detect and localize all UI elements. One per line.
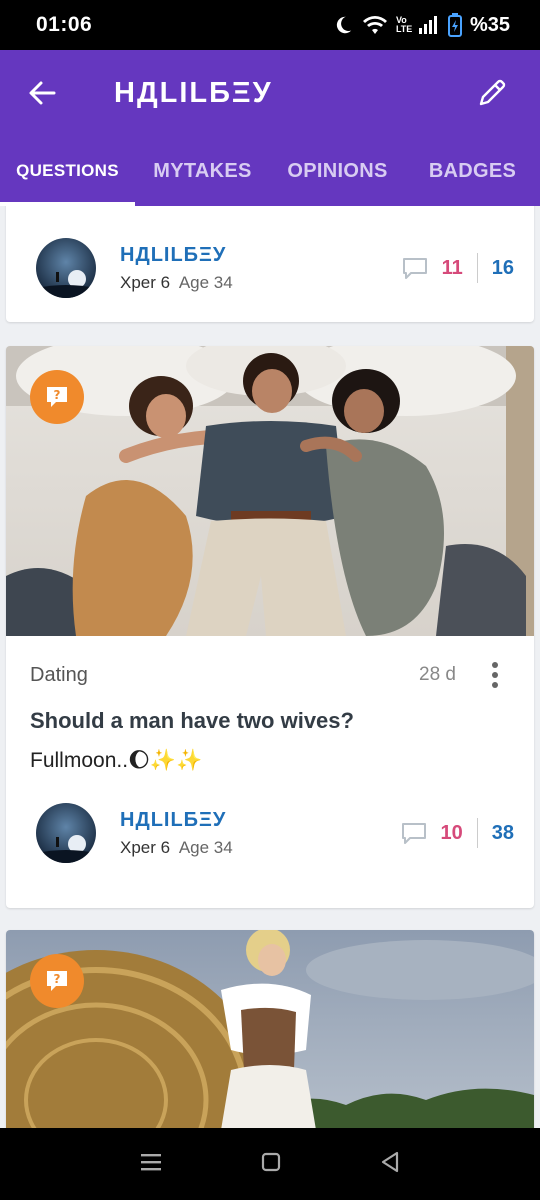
status-time: 01:06 [36,13,93,36]
author-row: НДLILБΞУ Xper 6 Age 34 11 16 [6,206,534,322]
question-card[interactable]: ? Dating 28 d Should a man have two wive… [6,346,534,908]
author-name[interactable]: НДLILБΞУ [120,809,233,832]
recents-button[interactable] [140,1152,162,1177]
tab-badges[interactable]: BADGES [405,136,540,206]
tab-mytakes[interactable]: MYTAKES [135,136,270,206]
back-button[interactable] [12,63,72,123]
svg-text:?: ? [54,388,61,402]
cover-image[interactable]: ? [6,346,534,636]
wifi-icon [362,16,387,34]
back-triangle-icon [382,1151,399,1172]
avatar[interactable] [36,803,96,863]
question-bubble-icon: ? [47,387,67,407]
comment-icon [401,823,426,844]
status-icons: Vo LTE %35 [332,13,510,37]
back-nav-button[interactable] [380,1151,400,1178]
author-info: НДLILБΞУ Xper 6 Age 34 [120,244,233,293]
tab-bar: QUESTIONS MYTAKES OPINIONS BADGES [0,136,540,206]
author-age: Age 34 [178,272,233,292]
battery-percent: %35 [469,13,510,36]
author-meta: Xper 6 Age 34 [120,838,233,858]
question-badge: ? [30,954,84,1008]
pencil-icon [479,79,506,106]
stats-divider [476,253,478,283]
tab-opinions[interactable]: OPINIONS [270,136,405,206]
author-level: Xper 6 [120,272,171,292]
comment-icon [402,258,427,279]
question-body: Fullmoon..🌔✨✨ [30,749,203,772]
recents-icon [140,1153,161,1170]
arrow-left-icon [29,81,56,105]
author-row: НДLILБΞУ Xper 6 Age 34 10 38 [6,785,534,881]
home-button[interactable] [261,1152,281,1177]
author-name[interactable]: НДLILБΞУ [120,244,233,267]
author-age: Age 34 [178,837,233,857]
battery-icon [447,13,462,37]
more-options-button[interactable] [480,662,510,688]
question-card[interactable]: ? [6,930,534,1128]
stats-divider [476,818,478,848]
post-date: 28 d [419,664,456,685]
edit-button[interactable] [462,63,522,123]
author-level: Xper 6 [120,837,171,857]
moon-icon [336,16,352,34]
category-label[interactable]: Dating [30,664,88,687]
opinions-count: 10 [440,821,463,844]
svg-text:?: ? [54,972,61,986]
opinions-count: 11 [441,256,463,279]
tab-questions[interactable]: QUESTIONS [0,136,135,206]
status-bar: 01:06 Vo LTE %35 [0,0,540,50]
question-badge: ? [30,370,84,424]
card-stats: 11 16 [402,253,514,283]
home-icon [261,1152,281,1171]
question-bubble-icon: ? [47,971,67,991]
question-title[interactable]: Should a man have two wives? [6,708,534,734]
author-info: НДLILБΞУ Xper 6 Age 34 [120,809,233,858]
avatar[interactable] [36,238,96,298]
cover-image[interactable]: ? [6,930,534,1128]
app-bar: НДLILБΞУ [0,50,540,136]
views-count: 38 [491,821,514,844]
author-meta: Xper 6 Age 34 [120,273,233,293]
network-type: Vo LTE [395,15,413,34]
signal-icon [418,16,437,34]
system-nav-bar [0,1128,540,1200]
question-feed[interactable]: НДLILБΞУ Xper 6 Age 34 11 16 ? Dating 28… [0,206,540,1128]
card-stats: 10 38 [401,818,514,848]
card-meta-row: Dating 28 d [6,636,534,714]
page-title: НДLILБΞУ [114,76,273,109]
more-vertical-icon [492,662,498,688]
question-card[interactable]: НДLILБΞУ Xper 6 Age 34 11 16 [6,206,534,322]
views-count: 16 [491,256,514,279]
